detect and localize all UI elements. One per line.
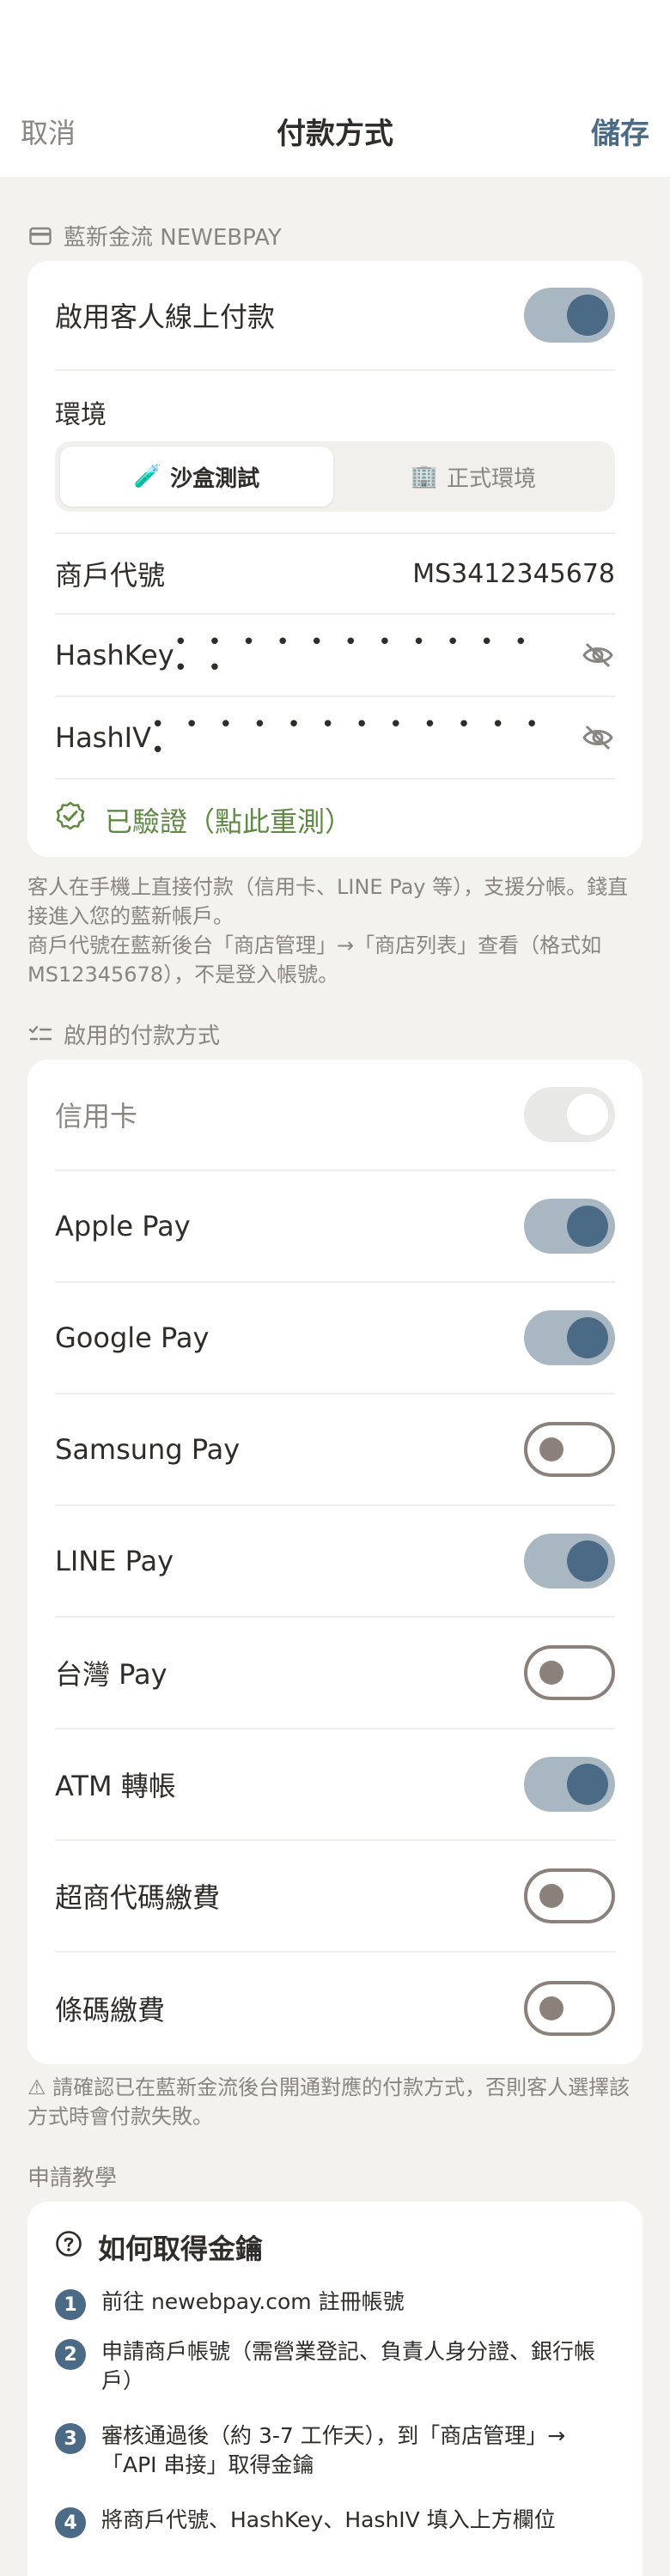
payment-method-toggle[interactable] [524,1199,615,1254]
payment-method-label: LINE Pay [55,1545,174,1577]
enable-online-payment-toggle[interactable] [524,288,615,343]
office-building-icon: 🏢 [410,464,439,489]
payment-method-label: 台灣 Pay [55,1658,168,1691]
payment-method-row: Samsung Pay [55,1394,615,1506]
payment-method-row: 信用卡 [55,1060,615,1171]
step-text: 申請商戶帳號（需營業登記、負責人身分證、銀行帳戶） [101,2339,596,2393]
payment-methods-warning: ⚠ 請確認已在藍新金流後台開通對應的付款方式，否則客人選擇該方式時會付款失敗。 [27,2075,630,2129]
verified-text: 已驗證（點此重測） [105,805,353,838]
newebpay-section-label: 藍新金流 NEWEBPAY [27,220,282,252]
merchant-id-input[interactable]: MS3412345678 [412,559,615,589]
step-text: 前往 newebpay.com 註冊帳號 [101,2289,405,2314]
step-number-badge: 1 [55,2289,86,2320]
payment-method-label: ATM 轉帳 [55,1770,176,1802]
payment-method-row: 台灣 Pay [55,1618,615,1729]
payment-method-row: ATM 轉帳 [55,1729,615,1841]
eye-off-icon[interactable] [581,720,615,755]
payment-method-row: Google Pay [55,1283,615,1394]
env-option-production[interactable]: 🏢 正式環境 [337,447,610,507]
guide-step: 4 將商戶代號、HashKey、HashIV 填入上方欄位 [55,2506,615,2538]
payment-method-row: 超商代碼繳費 [55,1841,615,1953]
merchant-id-row: 商戶代號 MS3412345678 [55,532,615,615]
guide-step: 1 前往 newebpay.com 註冊帳號 [55,2287,615,2320]
enable-online-payment-label: 啟用客人線上付款 [55,301,276,333]
guide-step: 2 申請商戶帳號（需營業登記、負責人身分證、銀行帳戶） [55,2337,615,2396]
guide-title-row: 如何取得金鑰 [55,2227,263,2267]
step-number-badge: 3 [55,2423,86,2454]
payment-method-toggle[interactable] [524,1981,615,2036]
guide-card: 如何取得金鑰 1 前往 newebpay.com 註冊帳號 2 申請商戶帳號（需營業登… [27,2202,643,2576]
check-badge-icon [55,801,86,839]
payment-method-toggle[interactable] [524,1534,615,1589]
checklist-icon [27,1022,53,1048]
payment-methods-card: 信用卡 Apple Pay Google Pay Samsung Pay LINE Pa… [27,1060,643,2064]
verified-retest-button[interactable]: 已驗證（點此重測） [55,800,352,840]
section-label-text: 申請教學 [27,2166,118,2191]
hashkey-row: HashKey • • • • • • • • • • • • • [55,615,615,697]
environment-segmented-control: 🧪 沙盒測試 🏢 正式環境 [55,441,615,512]
payment-method-row: Apple Pay [55,1171,615,1283]
hashiv-row: HashIV • • • • • • • • • • • • • [55,697,615,780]
payment-method-label: Apple Pay [55,1210,191,1242]
save-button[interactable]: 儲存 [591,110,649,152]
payment-method-label: 條碼繳費 [55,1994,166,2026]
payment-method-row: LINE Pay [55,1506,615,1618]
payment-method-toggle[interactable] [524,1645,615,1700]
payment-method-label: Google Pay [55,1321,210,1354]
payment-method-row: 條碼繳費 [55,1953,615,2064]
payment-method-toggle [524,1087,615,1142]
step-number-badge: 2 [55,2339,86,2370]
guide-title: 如何取得金鑰 [98,2233,264,2265]
payment-method-label: 超商代碼繳費 [55,1881,221,1914]
step-number-badge: 4 [55,2507,86,2538]
payment-method-toggle[interactable] [524,1310,615,1365]
environment-label: 環境 [55,400,107,430]
payment-methods-section-label: 啟用的付款方式 [27,1018,220,1050]
payment-method-toggle[interactable] [524,1868,615,1923]
env-option-production-label: 正式環境 [447,465,537,492]
payment-method-toggle[interactable] [524,1757,615,1812]
question-circle-icon [55,2230,82,2264]
hashkey-label: HashKey [55,639,174,671]
hashiv-label: HashIV [55,721,151,754]
env-option-sandbox-label: 沙盒測試 [170,465,260,492]
payment-method-label: Samsung Pay [55,1433,241,1466]
enable-online-payment-row: 啟用客人線上付款 [55,261,615,371]
page-title: 付款方式 [277,117,393,151]
credit-card-icon [27,223,53,249]
payment-method-toggle[interactable] [524,1422,615,1477]
payment-method-label: 信用卡 [55,1100,138,1133]
guide-section-label: 申請教學 [27,2160,117,2192]
section-label-text: 啟用的付款方式 [64,1024,221,1049]
top-bar: 取消 付款方式 儲存 [0,0,670,177]
merchant-id-label: 商戶代號 [55,559,166,592]
section-label-text: 藍新金流 NEWEBPAY [64,225,282,251]
hashiv-input[interactable]: • • • • • • • • • • • • • [151,712,563,763]
step-text: 將商戶代號、HashKey、HashIV 填入上方欄位 [101,2507,556,2532]
guide-step: 3 審核通過後（約 3-7 工作天），到「商店管理」→「API 串接」取得金鑰 [55,2421,615,2480]
newebpay-note-1: 客人在手機上直接付款（信用卡、LINE Pay 等），支援分帳。錢直接進入您的藍… [27,875,629,928]
hashkey-input[interactable]: • • • • • • • • • • • • • [174,629,563,681]
test-tube-icon: 🧪 [133,464,162,489]
step-text: 審核通過後（約 3-7 工作天），到「商店管理」→「API 串接」取得金鑰 [101,2423,566,2477]
eye-off-icon[interactable] [581,638,615,672]
newebpay-card: 啟用客人線上付款 環境 🧪 沙盒測試 🏢 正式環境 商戶代號 MS3412345… [27,261,643,857]
newebpay-note-2: 商戶代號在藍新後台「商店管理」→「商店列表」查看（格式如 MS12345678）… [27,933,602,987]
env-option-sandbox[interactable]: 🧪 沙盒測試 [60,447,333,507]
